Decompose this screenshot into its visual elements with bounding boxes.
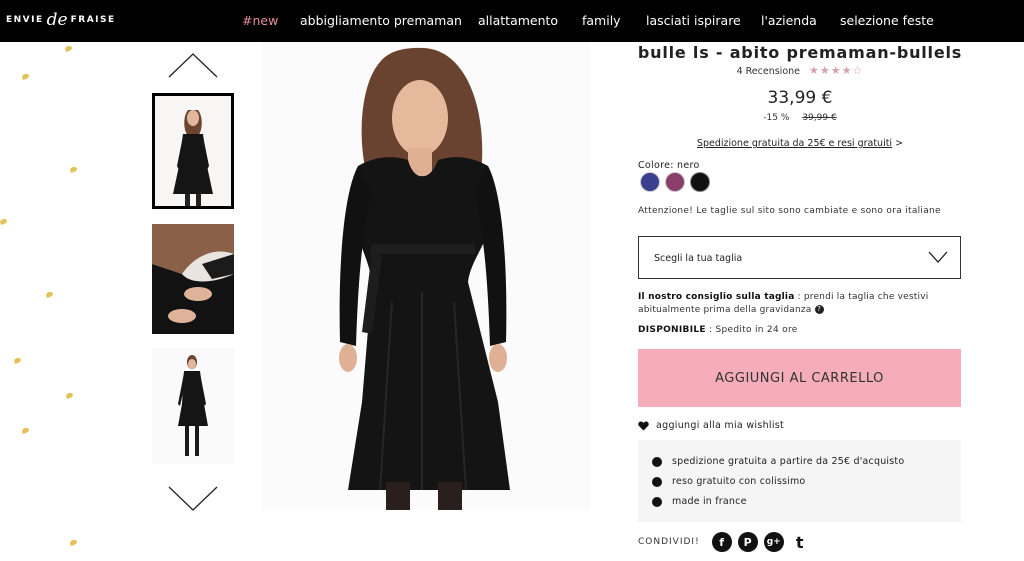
wishlist-link[interactable]: aggiungi alla mia wishlist xyxy=(638,420,784,431)
bullet-icon xyxy=(652,476,662,487)
nav-item-family[interactable]: family xyxy=(582,13,621,28)
star-icon: ★ xyxy=(841,64,853,77)
size-advice-title: Il nostro consiglio sulla taglia xyxy=(638,292,795,302)
rating-stars: ★★★★☆ xyxy=(809,64,863,77)
decorative-petal xyxy=(45,290,54,299)
old-price: 39,99 € xyxy=(802,113,837,123)
product-title: bulle ls - abito premaman-bullels xyxy=(637,43,963,62)
nav-item-lasciati-ispirare[interactable]: lasciati ispirare xyxy=(646,13,741,28)
bullet-icon xyxy=(652,456,662,467)
benefit-text: reso gratuito con colissimo xyxy=(672,476,806,487)
color-label: Colore: nero xyxy=(638,160,700,171)
pinterest-icon[interactable]: P xyxy=(737,532,758,552)
decorative-petal xyxy=(21,72,30,81)
color-swatch-black[interactable] xyxy=(690,172,710,192)
star-icon: ★ xyxy=(819,64,831,77)
decorative-petal xyxy=(13,356,22,365)
availability-text: : Spedito in 24 ore xyxy=(705,325,798,335)
share-bar: CONDIVIDI! f P g+ t xyxy=(638,532,810,552)
gallery-thumbnail-3[interactable] xyxy=(152,348,234,464)
chevron-down-icon xyxy=(928,251,948,263)
help-icon[interactable]: ? xyxy=(814,305,824,314)
chevron-right-icon: > xyxy=(895,138,904,149)
size-select-placeholder: Scegli la tua taglia xyxy=(654,253,743,264)
star-icon: ★ xyxy=(809,64,820,77)
decorative-petal xyxy=(21,426,30,435)
benefits-box: spedizione gratuita a partire da 25€ d'a… xyxy=(638,440,961,522)
reviews-count[interactable]: 4 Recensione xyxy=(737,66,800,77)
chevron-down-icon xyxy=(168,486,218,511)
gallery-down-button[interactable] xyxy=(168,486,218,512)
gallery-thumbnail-2[interactable] xyxy=(152,224,234,334)
decorative-petal xyxy=(69,538,78,547)
decorative-petal xyxy=(64,44,73,53)
color-swatch-blue[interactable] xyxy=(640,172,660,192)
color-swatches xyxy=(640,172,710,192)
heart-icon xyxy=(638,421,649,430)
share-label: CONDIVIDI! xyxy=(638,537,700,547)
gallery-up-button[interactable] xyxy=(168,52,218,78)
benefit-item: reso gratuito con colissimo xyxy=(652,476,805,487)
decorative-petal xyxy=(69,165,78,174)
decorative-petal xyxy=(0,217,8,226)
availability-status: DISPONIBILE xyxy=(638,325,706,335)
size-warning: Attenzione! Le taglie sul sito sono camb… xyxy=(638,206,941,216)
free-shipping-link-text[interactable]: Spedizione gratuita da 25€ e resi gratui… xyxy=(697,138,892,149)
chevron-up-icon xyxy=(168,53,218,78)
star-icon: ★ xyxy=(830,64,842,77)
nav-item-selezione-feste[interactable]: selezione feste xyxy=(840,13,934,28)
size-advice: Il nostro consiglio sulla taglia : prend… xyxy=(638,291,968,317)
nav-item-allattamento[interactable]: allattamento xyxy=(478,13,558,28)
free-shipping-link[interactable]: Spedizione gratuita da 25€ e resi gratui… xyxy=(622,138,978,149)
twitter-icon[interactable]: t xyxy=(789,532,810,552)
discount-percent: -15 % xyxy=(763,113,790,123)
gallery-thumbnail-1[interactable] xyxy=(152,93,234,209)
star-empty-icon: ☆ xyxy=(852,64,864,77)
decorative-petal xyxy=(65,391,74,400)
benefit-text: spedizione gratuita a partire da 25€ d'a… xyxy=(672,456,905,467)
benefit-item: made in france xyxy=(652,496,747,507)
nav-item-abbigliamento-premaman[interactable]: abbigliamento premaman xyxy=(300,13,462,28)
benefit-text: made in france xyxy=(672,496,747,507)
bullet-icon xyxy=(652,496,662,507)
main-product-photo[interactable] xyxy=(262,42,590,510)
facebook-icon[interactable]: f xyxy=(711,532,732,552)
top-navigation-bar: ENVIE de FRAISE #new abbigliamento prema… xyxy=(0,0,1024,42)
discount-row: -15 % 39,99 € xyxy=(622,113,978,123)
reviews-summary[interactable]: 4 Recensione ★★★★☆ xyxy=(622,64,978,77)
main-nav: #new abbigliamento premaman allattamento… xyxy=(0,0,1024,42)
google-plus-icon[interactable]: g+ xyxy=(763,532,784,552)
benefit-item: spedizione gratuita a partire da 25€ d'a… xyxy=(652,456,904,467)
product-price: 33,99 € xyxy=(767,88,833,108)
nav-item-new[interactable]: #new xyxy=(242,13,278,28)
wishlist-label[interactable]: aggiungi alla mia wishlist xyxy=(656,420,784,431)
color-swatch-plum[interactable] xyxy=(665,172,685,192)
add-to-cart-button[interactable]: AGGIUNGI AL CARRELLO xyxy=(638,349,961,407)
nav-item-azienda[interactable]: l'azienda xyxy=(761,13,817,28)
size-select[interactable]: Scegli la tua taglia xyxy=(638,236,961,279)
availability: DISPONIBILE : Spedito in 24 ore xyxy=(638,325,798,335)
